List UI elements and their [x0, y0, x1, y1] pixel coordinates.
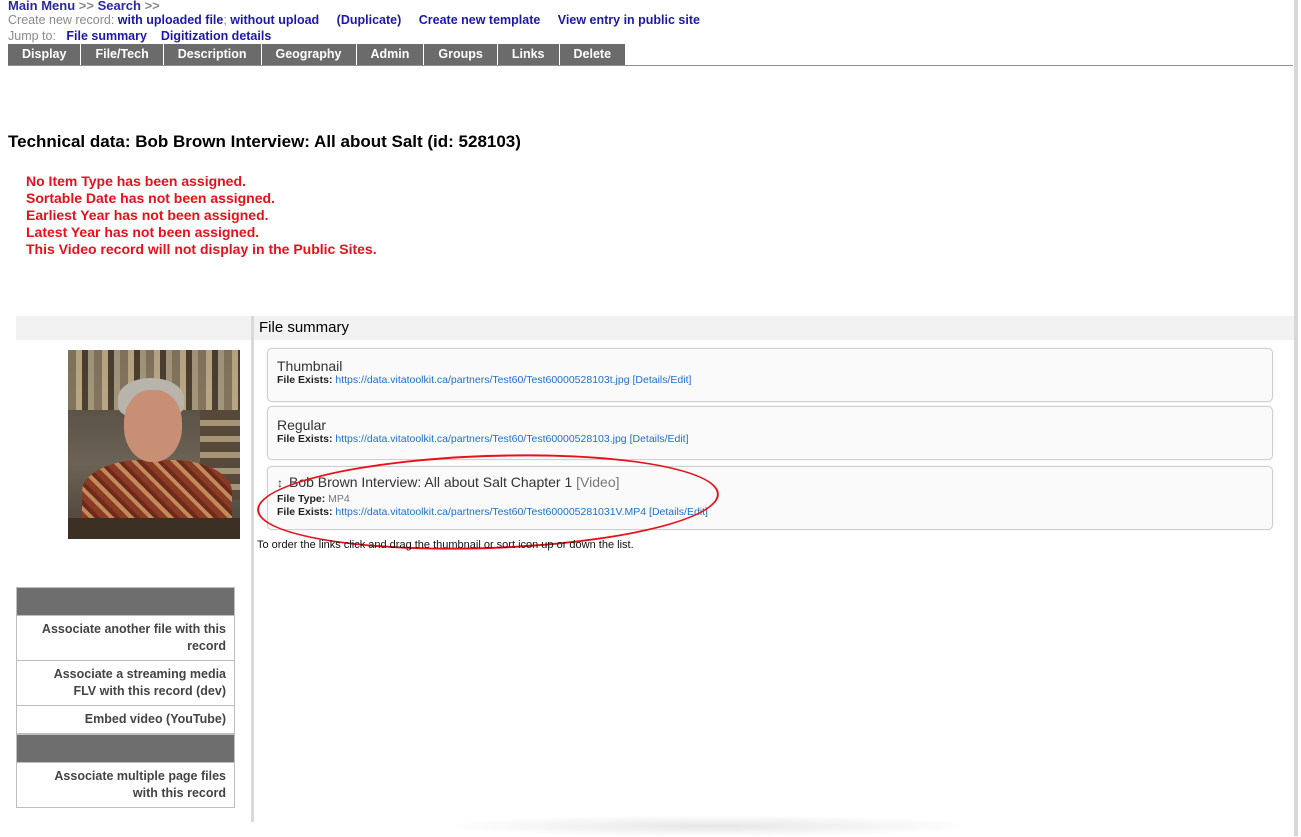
sidebar-item-associate-flv[interactable]: Associate a streaming media FLV with thi…: [16, 661, 235, 706]
file-summary-band: [16, 316, 1294, 340]
file-card-title-row: ↕ Bob Brown Interview: All about Salt Cha…: [277, 474, 1272, 491]
file-exists-label: File Exists:: [277, 374, 333, 386]
sidebar-header: [16, 587, 235, 616]
window-edge: [1294, 0, 1298, 836]
warning-public-display: This Video record will not display in th…: [26, 241, 377, 257]
sidebar-item-embed-youtube[interactable]: Embed video (YouTube): [16, 706, 235, 734]
view-public-site-link[interactable]: View entry in public site: [558, 13, 700, 27]
main-menu-link[interactable]: Main Menu: [8, 0, 75, 13]
without-upload-link[interactable]: without upload: [230, 13, 319, 27]
details-edit-link[interactable]: [Details/Edit]: [649, 506, 708, 518]
tab-groups[interactable]: Groups: [424, 44, 498, 65]
tab-bar-divider: [8, 65, 1293, 66]
tab-admin[interactable]: Admin: [356, 44, 425, 65]
tab-description[interactable]: Description: [163, 44, 262, 65]
jump-digitization-link[interactable]: Digitization details: [161, 29, 271, 43]
file-exists-row: File Exists: https://data.vitatoolkit.ca…: [277, 374, 1272, 387]
file-card-regular: Regular File Exists: https://data.vitato…: [267, 406, 1273, 460]
file-card-video[interactable]: ↕ Bob Brown Interview: All about Salt Cha…: [267, 466, 1273, 530]
breadcrumb-separator: >>: [140, 0, 160, 13]
thumbnail-table: [68, 518, 240, 539]
details-edit-link[interactable]: [Details/Edit]: [630, 433, 689, 445]
warning-earliest-year: Earliest Year has not been assigned.: [26, 207, 269, 223]
breadcrumb-separator: >>: [75, 0, 98, 13]
file-exists-label: File Exists:: [277, 433, 333, 445]
file-url-link[interactable]: https://data.vitatoolkit.ca/partners/Tes…: [335, 374, 629, 386]
jump-to-label: Jump to:: [8, 29, 56, 43]
file-exists-label: File Exists:: [277, 506, 333, 518]
sidebar-header: [16, 734, 235, 763]
reorder-hint: To order the links click and drag the th…: [257, 539, 634, 551]
tab-bar: Display File/Tech Description Geography …: [8, 44, 627, 65]
tab-file-tech[interactable]: File/Tech: [81, 44, 164, 65]
video-thumbnail[interactable]: [68, 350, 240, 539]
with-uploaded-file-link[interactable]: with uploaded file: [118, 13, 224, 27]
jump-file-summary-link[interactable]: File summary: [66, 29, 147, 43]
tab-delete[interactable]: Delete: [559, 44, 627, 65]
sidebar-item-associate-file[interactable]: Associate another file with this record: [16, 616, 235, 661]
create-record-bar: Create new record: with uploaded file; w…: [8, 13, 700, 27]
warning-item-type: No Item Type has been assigned.: [26, 173, 246, 189]
file-summary-heading: File summary: [259, 319, 350, 336]
file-url-link[interactable]: https://data.vitatoolkit.ca/partners/Tes…: [335, 506, 646, 518]
warning-latest-year: Latest Year has not been assigned.: [26, 224, 260, 240]
file-exists-row: File Exists: https://data.vitatoolkit.ca…: [277, 506, 1272, 519]
file-exists-row: File Exists: https://data.vitatoolkit.ca…: [277, 433, 1272, 446]
breadcrumb: Main Menu >> Search >>: [8, 0, 160, 13]
create-record-label: Create new record:: [8, 13, 118, 27]
create-new-template-link[interactable]: Create new template: [419, 13, 541, 27]
tab-display[interactable]: Display: [8, 44, 82, 65]
tab-geography[interactable]: Geography: [261, 44, 357, 65]
file-card-title: Thumbnail: [277, 358, 343, 374]
warning-sortable-date: Sortable Date has not been assigned.: [26, 190, 275, 206]
sidebar-item-associate-multipage[interactable]: Associate multiple page files with this …: [16, 763, 235, 808]
sort-icon[interactable]: ↕: [277, 476, 283, 490]
file-card-thumbnail: Thumbnail File Exists: https://data.vita…: [267, 348, 1273, 402]
file-type-label: File Type:: [277, 493, 326, 505]
file-card-title: Regular: [277, 417, 327, 433]
column-divider: [251, 316, 254, 822]
duplicate-link[interactable]: (Duplicate): [337, 13, 402, 27]
page-title: Technical data: Bob Brown Interview: All…: [8, 132, 521, 151]
file-type-value: MP4: [328, 493, 350, 505]
file-type-row: File Type: MP4: [277, 493, 1272, 506]
file-card-title: Bob Brown Interview: All about Salt Chap…: [289, 474, 573, 490]
file-url-link[interactable]: https://data.vitatoolkit.ca/partners/Tes…: [335, 433, 626, 445]
warning-list: No Item Type has been assigned. Sortable…: [26, 173, 377, 258]
page-shadow: [440, 815, 980, 837]
tab-links[interactable]: Links: [497, 44, 560, 65]
sidebar: Associate another file with this record …: [16, 587, 235, 808]
details-edit-link[interactable]: [Details/Edit]: [633, 374, 692, 386]
jump-to-bar: Jump to: File summary Digitization detai…: [8, 29, 271, 43]
search-link[interactable]: Search: [98, 0, 141, 13]
thumbnail-face: [124, 390, 182, 462]
file-kind-label: [Video]: [576, 474, 620, 490]
